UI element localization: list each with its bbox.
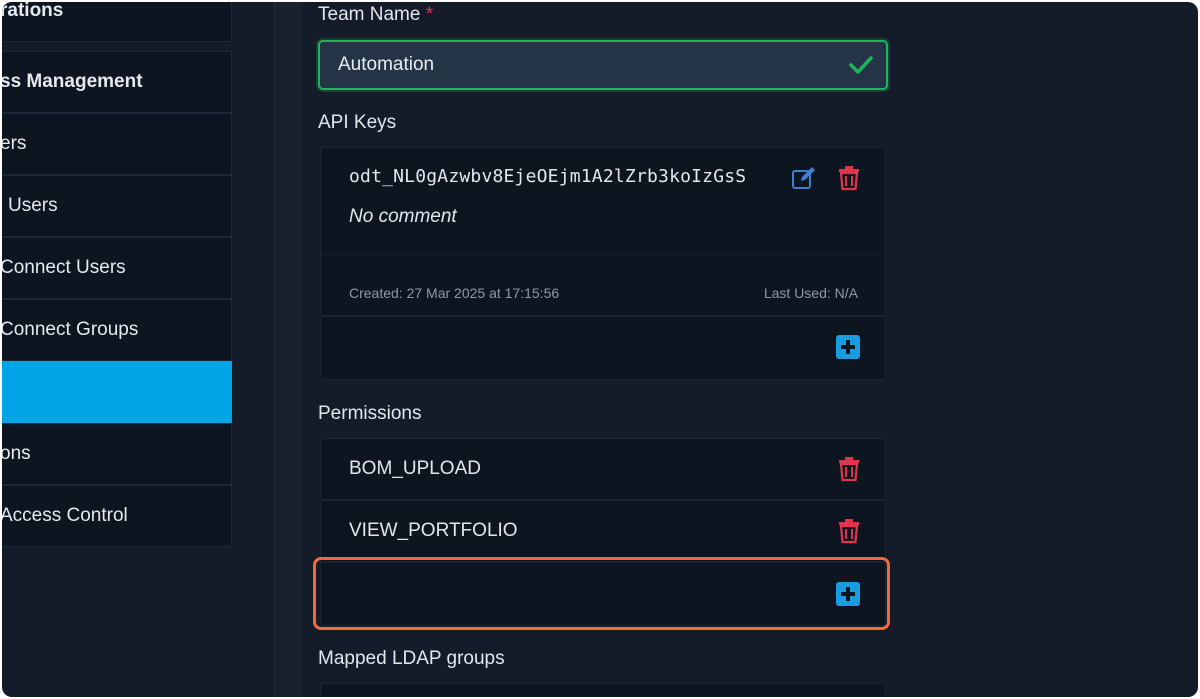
sidebar-item-configurations[interactable]: rations — [2, 2, 232, 42]
sidebar-item-managed-users[interactable]: ers — [2, 113, 232, 175]
add-api-key-button[interactable] — [836, 335, 860, 359]
permission-item: BOM_UPLOAD — [320, 438, 886, 500]
trash-icon[interactable] — [836, 456, 862, 482]
sidebar-item-label: Users — [8, 195, 58, 216]
sidebar-item-label: ons — [2, 443, 31, 464]
trash-icon[interactable] — [836, 165, 862, 191]
api-keys-label: API Keys — [318, 112, 397, 133]
modal-edge — [274, 2, 302, 697]
api-key-value: odt_NL0gAzwbv8EjeOEjm1A2lZrb3koIzGsS — [349, 166, 747, 187]
team-name-value: Automation — [338, 54, 435, 75]
trash-icon[interactable] — [836, 518, 862, 544]
api-key-card: odt_NL0gAzwbv8EjeOEjm1A2lZrb3koIzGsS No … — [320, 147, 886, 316]
permission-item: VIEW_PORTFOLIO — [320, 500, 886, 562]
add-api-key-row — [320, 316, 886, 380]
sidebar-item-label: rations — [2, 2, 64, 21]
ldap-groups-label: Mapped LDAP groups — [318, 648, 505, 669]
permission-name: BOM_UPLOAD — [349, 458, 481, 479]
team-name-label: Team Name * — [318, 4, 434, 25]
sidebar-item-access-management[interactable]: ss Management — [2, 51, 232, 113]
sidebar: rations ss Management ers Users Connect … — [2, 2, 232, 548]
check-icon — [849, 56, 873, 74]
sidebar-item-teams[interactable] — [2, 361, 232, 423]
sidebar-item-label: Connect Groups — [2, 319, 139, 340]
sidebar-item-openid-connect-groups[interactable]: Connect Groups — [2, 299, 232, 361]
sidebar-item-label: ers — [2, 133, 27, 154]
focus-highlight — [313, 557, 890, 630]
api-key-last-used: Last Used: N/A — [763, 285, 858, 301]
permission-name: VIEW_PORTFOLIO — [349, 520, 518, 541]
sidebar-item-ldap-users[interactable]: Users — [2, 175, 232, 237]
sidebar-item-label: Connect Users — [2, 257, 126, 278]
sidebar-item-openid-connect-users[interactable]: Connect Users — [2, 237, 232, 299]
required-marker: * — [425, 4, 434, 25]
api-key-created: Created: 27 Mar 2025 at 17:15:56 — [349, 285, 560, 301]
sidebar-item-label: Access Control — [2, 505, 128, 526]
sidebar-item-portfolio-access-control[interactable]: Access Control — [2, 485, 232, 547]
api-key-comment: No comment — [349, 206, 457, 227]
app-window: rations ss Management ers Users Connect … — [2, 2, 1198, 697]
permissions-label: Permissions — [318, 403, 422, 424]
sidebar-item-permissions[interactable]: ons — [2, 423, 232, 485]
api-key-meta: Created: 27 Mar 2025 at 17:15:56 Last Us… — [321, 254, 885, 316]
team-name-input[interactable]: Automation — [318, 40, 888, 90]
sidebar-item-label: ss Management — [2, 71, 143, 92]
ldap-groups-card — [320, 683, 886, 697]
edit-icon[interactable] — [791, 165, 817, 191]
